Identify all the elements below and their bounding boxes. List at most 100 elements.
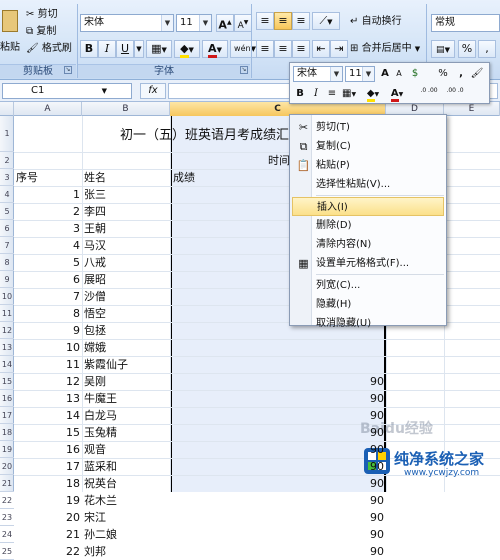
- mini-borders-button[interactable]: ▦▼: [342, 86, 356, 102]
- mini-size-combo[interactable]: 11 ▼: [345, 66, 375, 82]
- row-header[interactable]: 24: [0, 526, 14, 543]
- seq-cell[interactable]: 7: [14, 288, 80, 305]
- chevron-down-icon[interactable]: ▼: [199, 15, 211, 31]
- score-cell[interactable]: 90: [172, 526, 384, 543]
- row-header[interactable]: 9: [0, 271, 14, 288]
- font-launcher-icon[interactable]: ↘: [240, 66, 248, 74]
- seq-cell[interactable]: 19: [14, 492, 80, 509]
- mini-center-button[interactable]: ≡: [325, 86, 339, 102]
- mini-increase-decimal-button[interactable]: .0 .00: [418, 87, 440, 103]
- row-header[interactable]: 2: [0, 152, 14, 169]
- seq-cell[interactable]: 9: [14, 322, 80, 339]
- seq-cell[interactable]: 4: [14, 237, 80, 254]
- mini-bold-button[interactable]: B: [293, 86, 307, 102]
- merge-center-button[interactable]: ⊞ 合并后居中 ▼: [350, 41, 420, 57]
- name-cell[interactable]: 宋江: [84, 509, 106, 526]
- format-painter-icon[interactable]: 🖌: [470, 66, 484, 82]
- row-header[interactable]: 3: [0, 169, 14, 186]
- name-cell[interactable]: 紫霞仙子: [84, 356, 128, 373]
- seq-cell[interactable]: 1: [14, 186, 80, 203]
- percent-button[interactable]: %: [458, 40, 476, 58]
- underline-dropdown[interactable]: ▼: [134, 40, 144, 58]
- seq-cell[interactable]: 3: [14, 220, 80, 237]
- underline-button[interactable]: U: [116, 40, 134, 58]
- seq-cell[interactable]: 10: [14, 339, 80, 356]
- seq-cell[interactable]: 20: [14, 509, 80, 526]
- name-cell[interactable]: 嫦娥: [84, 339, 106, 356]
- row-header[interactable]: 1: [0, 116, 14, 152]
- seq-cell[interactable]: 16: [14, 441, 80, 458]
- score-cell[interactable]: [172, 288, 384, 305]
- align-top-button[interactable]: ≡: [256, 12, 274, 30]
- row-header[interactable]: 13: [0, 339, 14, 356]
- seq-cell[interactable]: 11: [14, 356, 80, 373]
- score-cell[interactable]: 90: [172, 373, 384, 390]
- paste-button[interactable]: 粘贴: [0, 6, 22, 60]
- mini-comma-button[interactable]: ,: [454, 66, 468, 82]
- name-cell[interactable]: 吴刚: [84, 373, 106, 390]
- mini-italic-button[interactable]: I: [309, 86, 323, 102]
- row-header[interactable]: 23: [0, 509, 14, 526]
- header-score[interactable]: 成绩: [173, 169, 195, 186]
- row-header[interactable]: 22: [0, 492, 14, 509]
- mini-decrease-decimal-button[interactable]: .00 .0: [444, 87, 466, 103]
- chevron-down-icon[interactable]: ▼: [362, 67, 374, 81]
- select-all-corner[interactable]: [0, 102, 14, 116]
- increase-indent-button[interactable]: ⇥: [330, 40, 348, 58]
- column-header-e[interactable]: E: [444, 102, 500, 116]
- score-cell[interactable]: [172, 356, 384, 373]
- time-label[interactable]: 时间: [268, 152, 290, 169]
- align-center-button[interactable]: ≡: [274, 40, 292, 58]
- name-cell[interactable]: 沙僧: [84, 288, 106, 305]
- row-header[interactable]: 25: [0, 543, 14, 560]
- header-seq[interactable]: 序号: [16, 169, 38, 186]
- align-right-button[interactable]: ≡: [292, 40, 310, 58]
- comma-button[interactable]: ,: [478, 40, 496, 58]
- score-cell[interactable]: [172, 271, 384, 288]
- row-header[interactable]: 10: [0, 288, 14, 305]
- name-cell[interactable]: 牛魔王: [84, 390, 117, 407]
- score-cell[interactable]: [172, 254, 384, 271]
- row-header[interactable]: 19: [0, 441, 14, 458]
- seq-cell[interactable]: 8: [14, 305, 80, 322]
- row-header[interactable]: 14: [0, 356, 14, 373]
- mini-grow-font-button[interactable]: A: [378, 66, 392, 82]
- header-name[interactable]: 姓名: [84, 169, 106, 186]
- name-cell[interactable]: 观音: [84, 441, 106, 458]
- score-cell[interactable]: [172, 339, 384, 356]
- mini-font-combo[interactable]: 宋体 ▼: [293, 66, 343, 82]
- row-header[interactable]: 5: [0, 203, 14, 220]
- chevron-down-icon[interactable]: ▼: [161, 15, 173, 31]
- mini-currency-button[interactable]: $: [408, 66, 422, 82]
- bold-button[interactable]: B: [80, 40, 98, 58]
- score-cell[interactable]: 90: [172, 543, 384, 560]
- clipboard-launcher-icon[interactable]: ↘: [64, 66, 72, 74]
- name-cell[interactable]: 展昭: [84, 271, 106, 288]
- font-size-combo[interactable]: 11 ▼: [176, 14, 212, 32]
- chevron-down-icon[interactable]: ▼: [330, 67, 342, 81]
- score-cell[interactable]: 90: [172, 441, 384, 458]
- menu-item[interactable]: 📋 粘贴(P): [292, 156, 444, 175]
- row-header[interactable]: 8: [0, 254, 14, 271]
- seq-cell[interactable]: 12: [14, 373, 80, 390]
- name-cell[interactable]: 花木兰: [84, 492, 117, 509]
- align-middle-button[interactable]: ≡: [274, 12, 292, 30]
- row-header[interactable]: 6: [0, 220, 14, 237]
- row-header[interactable]: 7: [0, 237, 14, 254]
- score-cell[interactable]: 90: [172, 458, 384, 475]
- row-header[interactable]: 16: [0, 390, 14, 407]
- name-cell[interactable]: 玉兔精: [84, 424, 117, 441]
- number-format-combo[interactable]: 常规: [431, 14, 500, 32]
- seq-cell[interactable]: 13: [14, 390, 80, 407]
- name-cell[interactable]: 王朝: [84, 220, 106, 237]
- shrink-font-button[interactable]: A▼: [234, 14, 252, 32]
- name-cell[interactable]: 蓝采和: [84, 458, 117, 475]
- insert-function-button[interactable]: fx: [140, 83, 166, 99]
- fill-color-button[interactable]: ◆▼: [174, 40, 200, 58]
- row-header[interactable]: 18: [0, 424, 14, 441]
- row-header[interactable]: 20: [0, 458, 14, 475]
- score-cell[interactable]: [172, 322, 384, 339]
- accounting-button[interactable]: ▤▼: [431, 40, 455, 58]
- seq-cell[interactable]: 6: [14, 271, 80, 288]
- decrease-indent-button[interactable]: ⇤: [312, 40, 330, 58]
